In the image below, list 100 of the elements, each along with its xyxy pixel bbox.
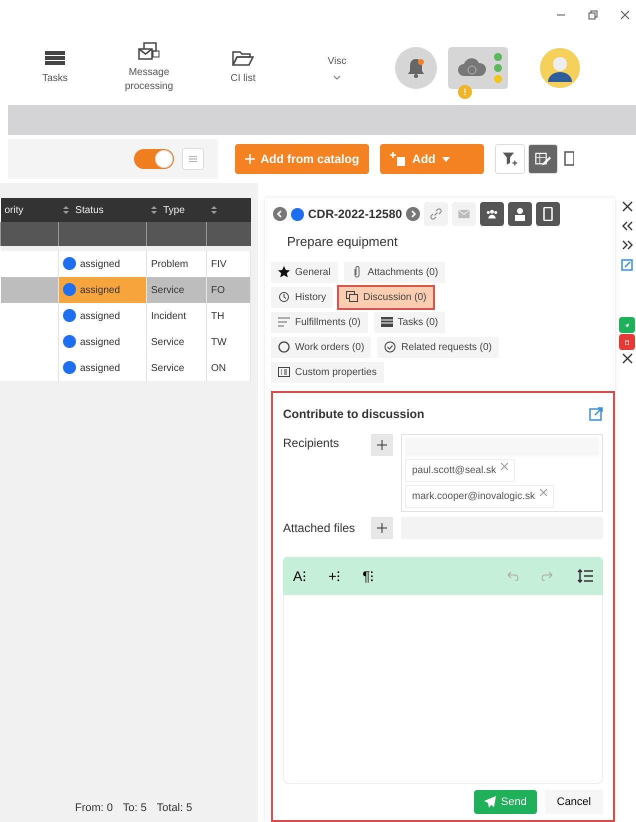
table-cell: assigned — [58, 303, 146, 329]
table-cell: assigned — [58, 329, 146, 355]
table-cell: Service — [146, 355, 206, 381]
form-heading: Contribute to discussion — [283, 406, 424, 422]
cloud-icon — [456, 58, 488, 78]
remove-icon — [540, 488, 547, 496]
nav-item[interactable]: CI list — [196, 48, 290, 86]
sort-icon — [62, 206, 68, 214]
edit-table-icon — [534, 150, 551, 168]
pagination-info: To: 5 — [122, 800, 147, 816]
sort-icon — [150, 206, 156, 214]
column-header[interactable]: ority — [0, 198, 58, 222]
table-cell: assigned — [58, 277, 146, 303]
check-circle-icon — [384, 341, 396, 353]
add-filter-button[interactable] — [495, 144, 526, 174]
line-spacing-icon[interactable] — [577, 569, 593, 583]
group-button[interactable] — [480, 202, 504, 226]
table-cell: TW — [206, 329, 250, 355]
chat-icon — [346, 291, 358, 303]
tab[interactable]: Custom properties — [271, 362, 384, 382]
phone-icon — [543, 207, 554, 221]
pagination-info: Total: 5 — [156, 800, 192, 816]
send-icon — [484, 796, 496, 808]
table-cell: FO — [206, 277, 250, 303]
envelope-icon — [458, 208, 470, 220]
editor-tool-button[interactable]: ¶⁝ — [362, 566, 374, 586]
edit-table-button[interactable] — [528, 144, 558, 174]
cancel-button[interactable]: Cancel — [544, 790, 603, 814]
collapse-left-icon[interactable] — [622, 221, 632, 231]
mobile-button[interactable] — [536, 202, 560, 226]
list-icon — [44, 50, 66, 66]
remove-icon — [501, 462, 508, 470]
person-button[interactable] — [508, 202, 532, 226]
field-label: Recipients — [283, 434, 340, 452]
tab[interactable]: History — [271, 286, 334, 308]
column-header[interactable]: Type — [146, 198, 206, 222]
filter-icon — [502, 150, 518, 168]
sort-icon[interactable] — [210, 206, 216, 214]
form-icon — [278, 366, 290, 378]
send-icon — [625, 320, 629, 330]
nav-item[interactable]: Visc — [290, 54, 384, 81]
pagination-info: From: 0 — [75, 800, 113, 816]
tasks-icon — [380, 316, 393, 328]
person-icon — [514, 207, 526, 221]
table-cell: ON — [206, 355, 250, 381]
close-icon[interactable] — [622, 201, 632, 212]
close-icon[interactable] — [620, 10, 630, 20]
external-edit-icon[interactable] — [621, 259, 633, 271]
table-cell: Service — [146, 277, 206, 303]
recipient-chip[interactable]: paul.scott@seal.sk — [405, 458, 516, 482]
tab[interactable]: Tasks (0) — [374, 312, 446, 332]
delete-button[interactable] — [619, 334, 635, 350]
editor-tool-button[interactable]: A⁝ — [293, 566, 306, 586]
recipient-chip[interactable]: mark.cooper@inovalogic.sk — [405, 484, 554, 508]
tab[interactable]: Attachments (0) — [344, 262, 446, 282]
add-file-button[interactable] — [371, 517, 393, 539]
table-cell: assigned — [58, 355, 146, 381]
history-icon — [278, 291, 290, 303]
tab[interactable]: Fulfillments (0) — [271, 312, 368, 332]
add-item-icon — [390, 152, 406, 166]
tab[interactable]: General — [271, 262, 338, 282]
tab[interactable]: Related requests (0) — [377, 336, 499, 358]
close-icon[interactable] — [622, 353, 632, 364]
trash-icon — [625, 338, 629, 346]
recipients-field[interactable]: paul.scott@seal.sk mark.cooper@inovalogic.sk — [401, 434, 603, 512]
tab[interactable]: Work orders (0) — [271, 336, 372, 358]
nav-item[interactable]: Message processing — [102, 41, 196, 94]
send-button[interactable] — [619, 317, 635, 333]
caret-icon — [442, 156, 450, 162]
notifications-button[interactable] — [395, 46, 437, 88]
next-icon[interactable] — [406, 207, 420, 221]
avatar[interactable] — [540, 48, 580, 88]
table-cell: Incident — [146, 303, 206, 329]
link-icon — [430, 206, 442, 222]
menu-icon — [189, 154, 197, 164]
nav-item[interactable]: Tasks — [8, 48, 102, 86]
folder-icon — [232, 50, 254, 66]
restore-icon[interactable] — [588, 10, 598, 20]
chevron-down-icon — [333, 74, 341, 80]
circle-icon — [278, 341, 290, 353]
bell-icon — [406, 56, 426, 78]
previous-icon[interactable] — [273, 207, 287, 221]
filter-toggle[interactable] — [134, 149, 174, 169]
external-edit-icon[interactable] — [589, 406, 603, 420]
table-cell: TH — [206, 303, 250, 329]
field-label: Attached files — [283, 520, 356, 537]
star-icon — [278, 266, 290, 278]
group-icon — [486, 208, 498, 220]
editor-tool-button[interactable]: +⁝ — [328, 566, 341, 586]
plus-icon — [377, 440, 387, 450]
tab[interactable]: Discussion (0) — [339, 286, 434, 308]
table-cell: Service — [146, 329, 206, 355]
sync-status-button[interactable] — [448, 46, 508, 88]
expand-right-icon[interactable] — [622, 240, 632, 250]
ticket-title: Prepare equipment — [286, 233, 399, 251]
column-header[interactable]: Status — [58, 198, 146, 222]
plus-icon — [244, 154, 254, 164]
plus-icon — [377, 523, 387, 533]
add-recipient-button[interactable] — [371, 434, 393, 456]
link-button[interactable] — [424, 202, 448, 226]
